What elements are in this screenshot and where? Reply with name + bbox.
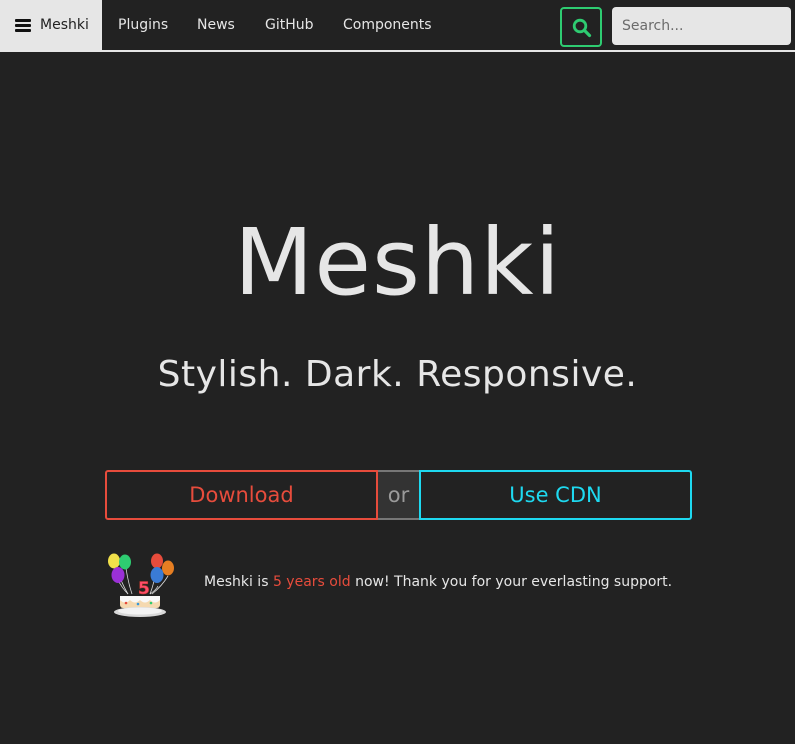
hero-title: Meshki xyxy=(233,209,562,316)
nav-link-plugins[interactable]: Plugins xyxy=(118,0,168,50)
brand-menu-button[interactable]: Meshki xyxy=(0,0,102,50)
birthday-cake-icon: 5 xyxy=(108,553,174,617)
navbar: Meshki Plugins News GitHub Components xyxy=(0,0,795,52)
use-cdn-button[interactable]: Use CDN xyxy=(419,470,692,520)
anniversary-highlight: 5 years old xyxy=(272,574,351,590)
message-prefix: Meshki is xyxy=(204,574,269,590)
hero-tagline: Stylish. Dark. Responsive. xyxy=(157,354,638,395)
or-separator: or xyxy=(378,470,419,520)
hamburger-icon xyxy=(15,18,31,32)
message-suffix: now! Thank you for your everlasting supp… xyxy=(355,574,673,590)
search-input[interactable] xyxy=(612,7,791,45)
nav-link-github[interactable]: GitHub xyxy=(265,0,314,50)
nav-link-components[interactable]: Components xyxy=(343,0,432,50)
download-button[interactable]: Download xyxy=(105,470,378,520)
nav-link-news[interactable]: News xyxy=(197,0,235,50)
action-button-group: Download or Use CDN xyxy=(105,470,692,520)
search-button[interactable] xyxy=(560,7,602,47)
anniversary-message: Meshki is 5 years old now! Thank you for… xyxy=(204,572,672,592)
brand-label: Meshki xyxy=(40,17,89,33)
search-icon xyxy=(572,18,592,38)
